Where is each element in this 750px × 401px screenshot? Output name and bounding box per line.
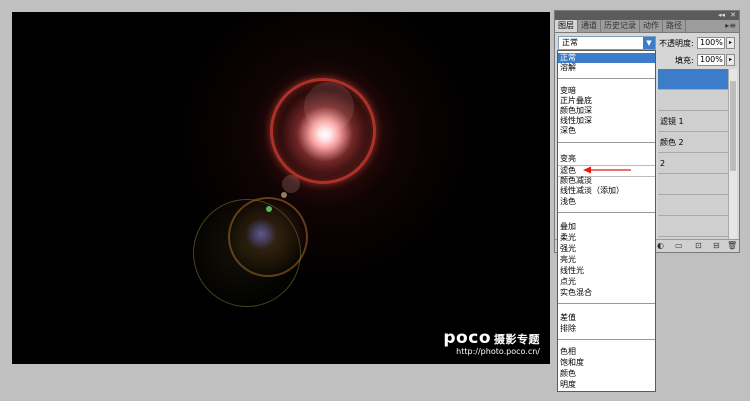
mask-icon[interactable]: ⊟ bbox=[713, 241, 720, 251]
blend-option-hard-light[interactable]: 强光 bbox=[558, 244, 655, 254]
dropdown-divider bbox=[558, 78, 655, 79]
annotation-arrow-icon bbox=[583, 166, 631, 174]
chevron-down-icon[interactable]: ▼ bbox=[643, 37, 655, 49]
layer-row[interactable]: 颜色 2 bbox=[658, 132, 728, 153]
blend-option-hue[interactable]: 色相 bbox=[558, 347, 655, 357]
blend-option-color-dodge[interactable]: 颜色减淡 bbox=[558, 176, 655, 186]
blend-option-linear-light[interactable]: 线性光 bbox=[558, 266, 655, 276]
tab-actions[interactable]: 动作 bbox=[640, 20, 663, 32]
blend-option-pin-light[interactable]: 点光 bbox=[558, 277, 655, 287]
opacity-slider-arrow-icon[interactable]: ▸ bbox=[726, 37, 735, 49]
layer-name: 2 bbox=[660, 159, 666, 168]
blend-option-color-burn[interactable]: 颜色加深 bbox=[558, 106, 655, 116]
panel-menu-icon[interactable]: ▸≡ bbox=[722, 20, 739, 32]
adjustment-layer-icon[interactable]: ◐ bbox=[657, 241, 664, 251]
blend-option-vivid-light[interactable]: 亮光 bbox=[558, 255, 655, 265]
layer-row[interactable]: 2 bbox=[658, 153, 728, 174]
watermark-brand: poco bbox=[443, 328, 491, 348]
new-layer-icon[interactable]: ⊡ bbox=[695, 241, 702, 251]
layer-row[interactable] bbox=[658, 195, 728, 216]
blend-option-multiply[interactable]: 正片叠底 bbox=[558, 96, 655, 106]
flare-small-dot bbox=[282, 175, 300, 193]
layer-list-scrollbar[interactable] bbox=[728, 69, 737, 241]
dropdown-divider bbox=[558, 142, 655, 143]
blend-option-darker-color[interactable]: 深色 bbox=[558, 126, 655, 136]
dropdown-divider bbox=[558, 212, 655, 213]
watermark-subtitle: 摄影专题 bbox=[494, 333, 540, 346]
blend-option-normal[interactable]: 正常 bbox=[558, 53, 655, 63]
blend-mode-dropdown: 正常 溶解 变暗 正片叠底 颜色加深 线性加深 深色 变亮 滤色 颜色减淡 线性… bbox=[557, 50, 656, 392]
watermark-url: http://photo.poco.cn/ bbox=[456, 347, 540, 356]
blend-option-color[interactable]: 颜色 bbox=[558, 369, 655, 379]
flare-tiny-dot bbox=[281, 192, 287, 198]
layer-row[interactable] bbox=[658, 216, 728, 237]
tab-history[interactable]: 历史记录 bbox=[601, 20, 640, 32]
blend-option-exclusion[interactable]: 排除 bbox=[558, 324, 655, 334]
dropdown-divider bbox=[558, 339, 655, 340]
layer-row[interactable] bbox=[658, 90, 728, 111]
blend-option-dissolve[interactable]: 溶解 bbox=[558, 63, 655, 73]
opacity-field[interactable]: 100% bbox=[697, 37, 725, 49]
blend-option-soft-light[interactable]: 柔光 bbox=[558, 233, 655, 243]
blend-option-lighten[interactable]: 变亮 bbox=[558, 154, 655, 164]
trash-icon[interactable]: 🗑 bbox=[727, 241, 737, 251]
blend-option-linear-dodge[interactable]: 线性减淡（添加） bbox=[558, 186, 655, 196]
flare-blue-spot bbox=[246, 219, 276, 249]
layer-row-selected[interactable] bbox=[658, 69, 728, 90]
blend-option-linear-burn[interactable]: 线性加深 bbox=[558, 116, 655, 126]
fill-slider-arrow-icon[interactable]: ▸ bbox=[726, 54, 735, 66]
tab-paths[interactable]: 路径 bbox=[663, 20, 686, 32]
panel-title-bar[interactable]: ◂◂ ✕ bbox=[555, 11, 739, 20]
layer-list: 滤镜 1 颜色 2 2 bbox=[658, 69, 728, 241]
layer-name: 滤镜 1 bbox=[660, 117, 684, 126]
fill-field[interactable]: 100% bbox=[697, 54, 725, 66]
blend-option-hard-mix[interactable]: 实色混合 bbox=[558, 288, 655, 298]
close-icon[interactable]: ✕ bbox=[730, 11, 736, 20]
blend-option-luminosity[interactable]: 明度 bbox=[558, 380, 655, 390]
flare-green-spot bbox=[266, 206, 272, 212]
blend-mode-select[interactable]: 正常 ▼ bbox=[558, 36, 656, 50]
dropdown-divider bbox=[558, 303, 655, 304]
layer-row[interactable] bbox=[658, 174, 728, 195]
opacity-label: 不透明度: bbox=[659, 39, 694, 48]
flare-halo-ring bbox=[304, 82, 354, 132]
blend-option-lighter-color[interactable]: 浅色 bbox=[558, 197, 655, 207]
scrollbar-thumb[interactable] bbox=[730, 81, 736, 171]
image-canvas[interactable]: poco 摄影专题 http://photo.poco.cn/ bbox=[12, 12, 550, 364]
watermark: poco 摄影专题 http://photo.poco.cn/ bbox=[443, 328, 540, 356]
layer-name: 颜色 2 bbox=[660, 138, 684, 147]
blend-option-overlay[interactable]: 叠加 bbox=[558, 222, 655, 232]
blend-mode-value: 正常 bbox=[562, 38, 578, 47]
layer-row[interactable]: 滤镜 1 bbox=[658, 111, 728, 132]
new-group-icon[interactable]: ▭ bbox=[675, 241, 683, 251]
collapse-icon[interactable]: ◂◂ bbox=[718, 11, 725, 20]
panel-tabs: 图层 通道 历史记录 动作 路径 ▸≡ bbox=[555, 20, 739, 33]
tab-layers[interactable]: 图层 bbox=[555, 20, 578, 32]
fill-label: 填充: bbox=[675, 56, 694, 65]
blend-option-darken[interactable]: 变暗 bbox=[558, 86, 655, 96]
blend-option-saturation[interactable]: 饱和度 bbox=[558, 358, 655, 368]
blend-option-difference[interactable]: 差值 bbox=[558, 313, 655, 323]
tab-channels[interactable]: 通道 bbox=[578, 20, 601, 32]
